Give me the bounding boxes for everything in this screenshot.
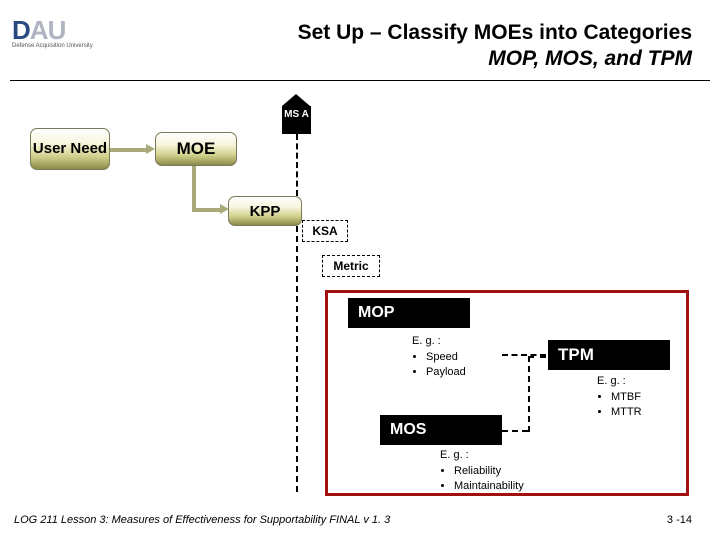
- metric-box: Metric: [322, 255, 380, 277]
- ksa-label: KSA: [312, 224, 337, 238]
- dashed-ms-vertical-2: [296, 226, 298, 492]
- logo-text: DAU: [12, 20, 107, 41]
- milestone-triangle-icon: [282, 94, 310, 106]
- logo-subtext: Defense Acquisition University: [12, 43, 107, 49]
- footer-left: LOG 211 Lesson 3: Measures of Effectiven…: [14, 514, 390, 526]
- metric-label: Metric: [333, 259, 368, 273]
- connector-moe-kpp-h: [192, 208, 222, 212]
- page-title: Set Up – Classify MOEs into Categories M…: [298, 20, 692, 71]
- user-need-box: User Need: [30, 128, 110, 170]
- title-divider: [10, 80, 710, 81]
- moe-box: MOE: [155, 132, 237, 166]
- milestone-a-marker: MS A: [282, 106, 311, 134]
- moe-label: MOE: [177, 139, 216, 159]
- title-line-2: MOP, MOS, and TPM: [298, 46, 692, 72]
- milestone-a-label: MS A: [284, 109, 309, 120]
- connector-userneed-moe: [110, 148, 148, 152]
- dau-logo: DAU Defense Acquisition University: [12, 20, 107, 49]
- ksa-box: KSA: [302, 220, 348, 242]
- user-need-label: User Need: [33, 141, 107, 158]
- connector-moe-kpp-v: [192, 166, 196, 210]
- dashed-ms-vertical-1: [296, 134, 298, 196]
- arrowhead-to-moe-icon: [146, 144, 155, 154]
- footer-right: 3 -14: [667, 514, 692, 526]
- kpp-label: KPP: [250, 203, 281, 220]
- red-category-frame: [325, 290, 689, 496]
- title-line-1: Set Up – Classify MOEs into Categories: [298, 20, 692, 46]
- kpp-box: KPP: [228, 196, 302, 226]
